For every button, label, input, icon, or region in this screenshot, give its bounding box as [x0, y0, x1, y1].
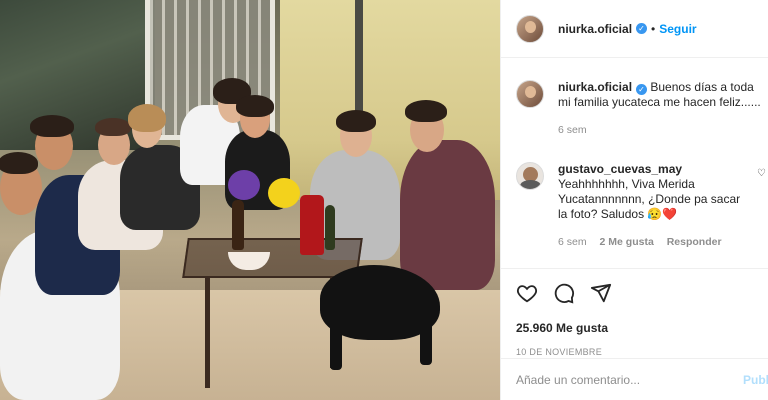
heart-emoji: ❤️: [662, 207, 678, 221]
photo-balloon: [268, 178, 300, 208]
photo-table: [182, 238, 363, 278]
verified-badge-icon: ✓: [636, 84, 648, 95]
comment-username[interactable]: gustavo_cuevas_may: [558, 162, 682, 176]
follow-button[interactable]: Seguir: [659, 22, 696, 36]
comment-input[interactable]: Añade un comentario...: [516, 373, 640, 387]
comment-item: gustavo_cuevas_may Yeahhhhhhh, Viva Meri…: [516, 162, 768, 250]
verified-badge-icon: ✓: [636, 23, 648, 34]
photo-bottle: [325, 205, 335, 250]
comment-time: 6 sem: [558, 236, 587, 248]
author-avatar[interactable]: [516, 14, 544, 43]
comment-reply-button[interactable]: Responder: [667, 236, 722, 248]
commenter-avatar[interactable]: [516, 162, 544, 190]
post-caption: niurka.oficial ✓ Buenos días a toda mi fa…: [516, 80, 764, 138]
photo-hair: [128, 104, 166, 132]
caption-username[interactable]: niurka.oficial: [558, 80, 632, 94]
comment-icon[interactable]: [553, 282, 575, 304]
post-side-panel: niurka.oficial ✓ • Seguir niurka.oficial…: [500, 0, 768, 400]
post-header: niurka.oficial ✓ • Seguir: [501, 0, 768, 58]
photo-bottle: [300, 195, 324, 255]
share-icon[interactable]: [590, 282, 612, 304]
photo-balloon: [228, 170, 260, 200]
separator-dot: •: [651, 21, 656, 36]
likes-count[interactable]: 25.960 Me gusta: [516, 321, 754, 335]
caption-time: 6 sem: [558, 124, 587, 136]
photo-hair: [30, 115, 74, 137]
action-icons: [516, 281, 754, 305]
add-comment-bar: Añade un comentario... Publicar: [501, 358, 768, 400]
photo-bottle: [232, 200, 244, 250]
post-actions: 25.960 Me gusta 10 DE NOVIEMBRE: [501, 268, 768, 357]
heart-icon[interactable]: [516, 282, 538, 304]
photo-hair: [95, 118, 131, 136]
author-username[interactable]: niurka.oficial: [558, 22, 632, 36]
comment-meta: 6 sem 2 Me gusta Responder: [558, 235, 743, 250]
photo-hair: [336, 110, 376, 132]
photo-person: [400, 140, 495, 290]
photo-hair: [236, 95, 274, 117]
comment-likes[interactable]: 2 Me gusta: [600, 236, 654, 248]
photo-table-leg: [205, 278, 210, 388]
comment-body: gustavo_cuevas_may Yeahhhhhhh, Viva Meri…: [558, 162, 743, 250]
caption-body: niurka.oficial ✓ Buenos días a toda mi fa…: [558, 80, 764, 138]
photo-dog-leg: [330, 325, 342, 370]
photo-hair: [0, 152, 38, 174]
publish-button[interactable]: Publicar: [743, 373, 768, 387]
caption-author-avatar[interactable]: [516, 80, 544, 108]
post-photo[interactable]: [0, 0, 500, 400]
comment-like-heart-outline-icon[interactable]: ♡: [757, 168, 766, 179]
sad-emoji: 😥: [647, 207, 663, 221]
photo-hair: [405, 100, 447, 122]
photo-dog-leg: [420, 320, 432, 365]
post-date: 10 DE NOVIEMBRE: [516, 347, 603, 357]
